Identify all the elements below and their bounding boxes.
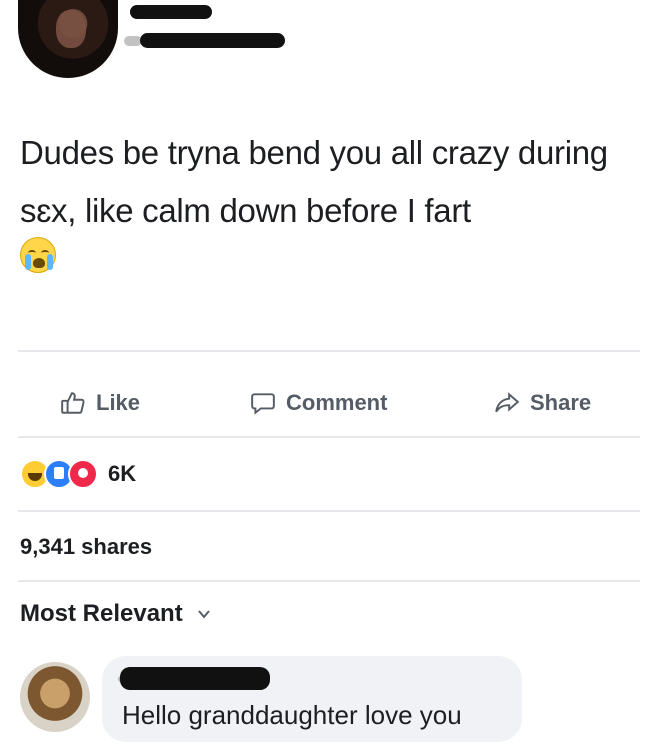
share-arrow-icon <box>495 392 520 413</box>
divider <box>18 350 640 352</box>
comment-button[interactable]: Comment <box>250 384 387 422</box>
divider <box>18 436 640 438</box>
commenter-avatar[interactable] <box>20 662 90 732</box>
comment-sort-dropdown[interactable]: Most Relevant <box>20 600 211 628</box>
love-reaction-icon <box>68 459 98 489</box>
share-label: Share <box>530 390 592 415</box>
like-label: Like <box>96 390 141 415</box>
sob-emoji-icon <box>20 237 56 273</box>
thumbs-up-icon <box>61 392 85 414</box>
redacted-author-name <box>130 5 212 19</box>
chevron-down-icon <box>197 610 210 619</box>
post-text: Dudes be tryna bend you all crazy during… <box>20 134 608 229</box>
redacted-author-handle <box>140 33 285 48</box>
share-button[interactable]: Share <box>494 384 591 422</box>
divider <box>18 580 640 582</box>
comment-label: Comment <box>286 390 388 415</box>
reactions-summary[interactable]: 6K <box>20 458 136 490</box>
reaction-count: 6K <box>108 461 137 486</box>
redacted-commenter-name <box>120 667 270 690</box>
author-avatar[interactable] <box>18 0 118 78</box>
comment-icon <box>251 393 275 415</box>
share-count[interactable]: 9,341 shares <box>20 534 152 560</box>
divider <box>18 510 640 512</box>
comment-text: Hello granddaughter love you <box>122 700 462 730</box>
sort-label: Most Relevant <box>20 600 183 627</box>
like-button[interactable]: Like <box>60 384 140 422</box>
